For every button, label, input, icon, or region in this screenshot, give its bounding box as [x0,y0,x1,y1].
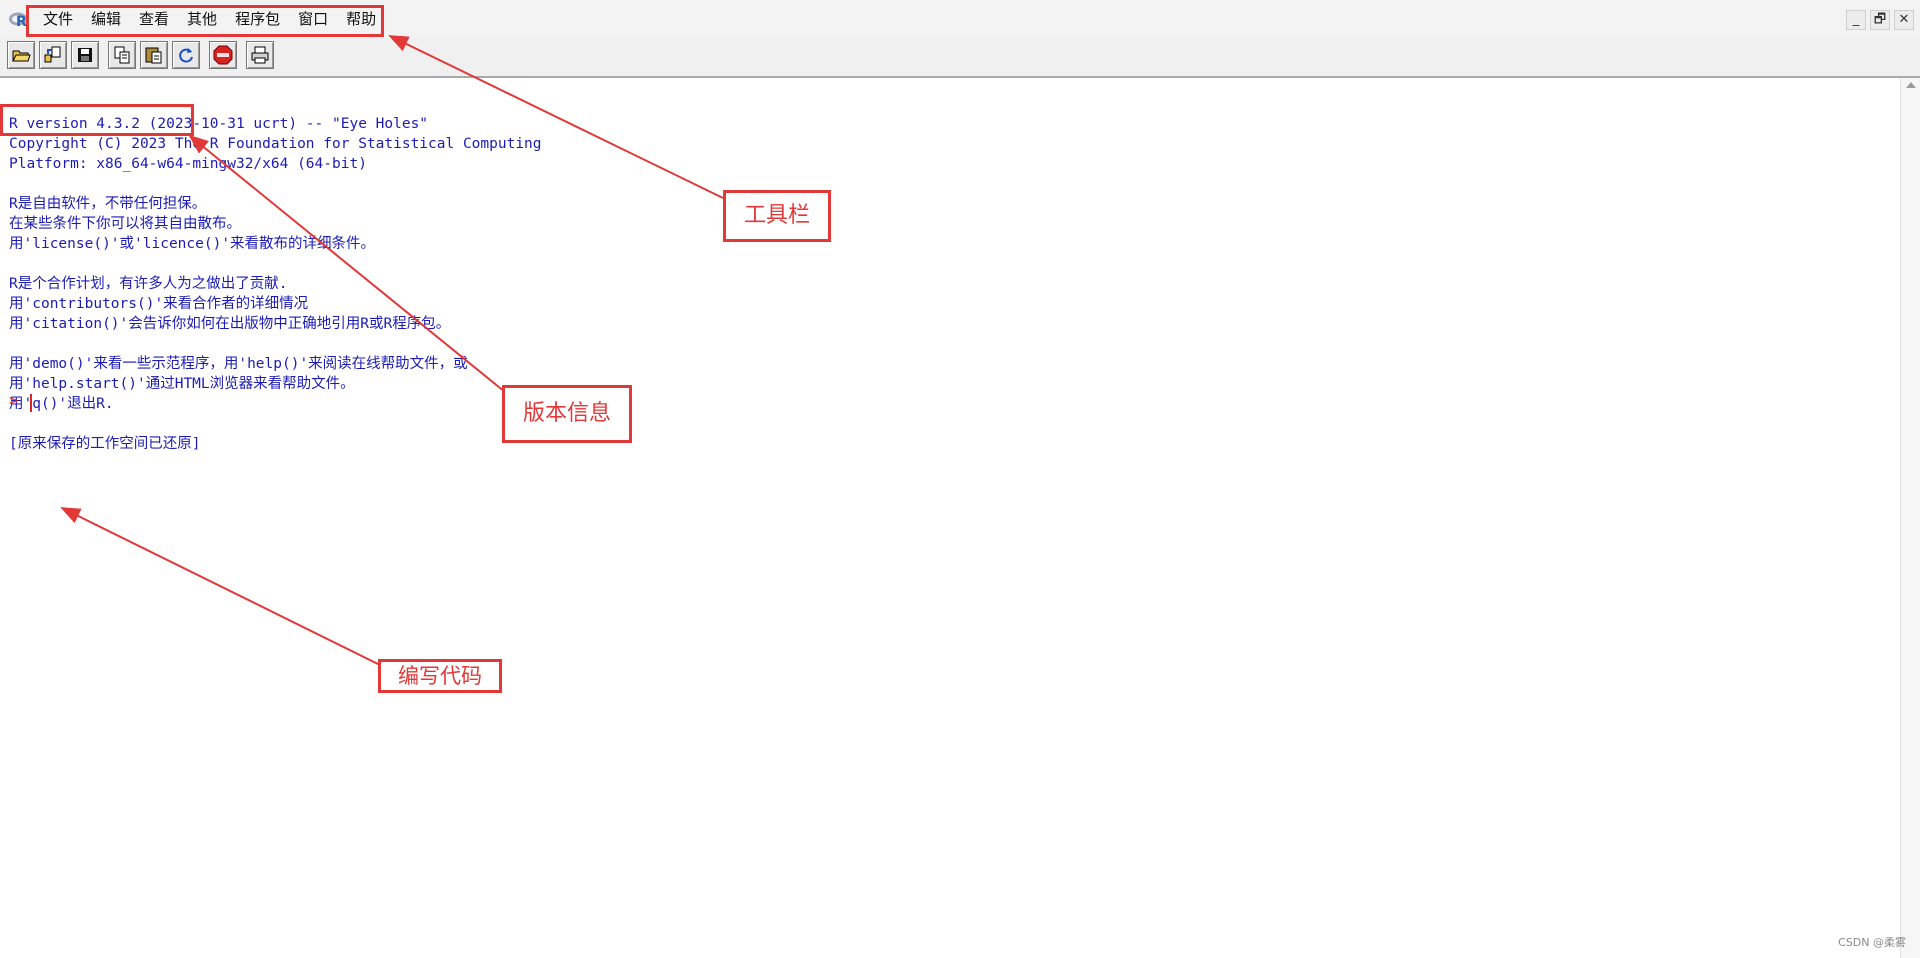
version-arrow [188,134,506,393]
code-callout: 编写代码 [378,659,502,693]
annotation-arrows [60,35,724,666]
toolbar-callout: 工具栏 [723,190,831,242]
watermark: CSDN @柔雾 [1838,936,1906,949]
version-callout: 版本信息 [502,385,632,443]
code-arrow [60,507,381,666]
toolbar-arrow [388,35,724,199]
